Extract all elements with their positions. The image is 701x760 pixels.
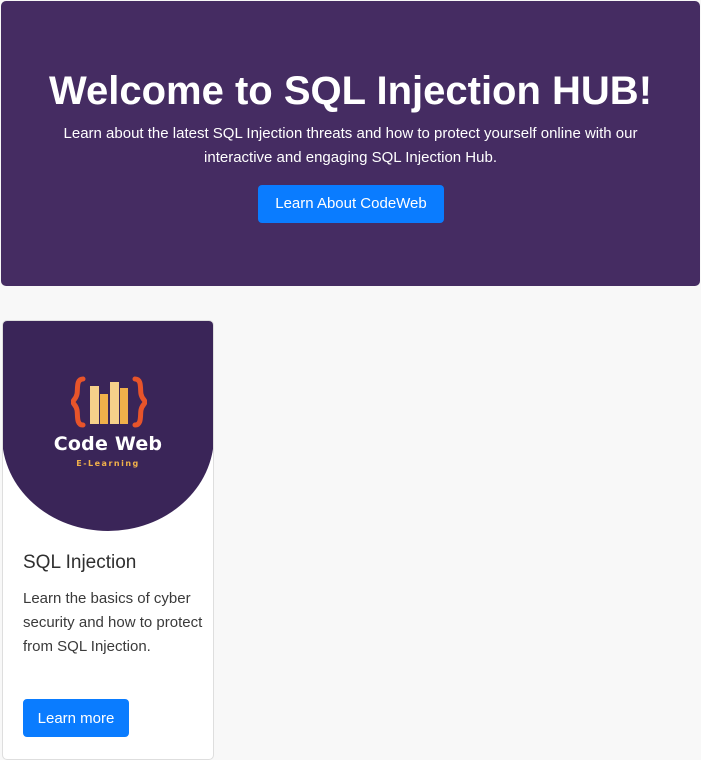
hero-banner: Welcome to SQL Injection HUB! Learn abou… <box>1 1 700 286</box>
card-description: Learn the basics of cyber security and h… <box>23 590 203 655</box>
hero-title: Welcome to SQL Injection HUB! <box>48 69 653 113</box>
hero-description: Learn about the latest SQL Injection thr… <box>63 125 638 166</box>
learn-about-codeweb-button[interactable]: Learn About CodeWeb <box>258 185 444 223</box>
course-card: Code Web E-Learning SQL Injection Learn … <box>2 320 214 760</box>
learn-more-button[interactable]: Learn more <box>23 699 129 737</box>
card-image: Code Web E-Learning <box>3 321 213 531</box>
card-title: SQL Injection <box>23 552 137 573</box>
code-books-logo-icon <box>71 376 147 428</box>
logo-name: Code Web <box>53 433 163 455</box>
logo-tagline: E-Learning <box>76 459 140 468</box>
